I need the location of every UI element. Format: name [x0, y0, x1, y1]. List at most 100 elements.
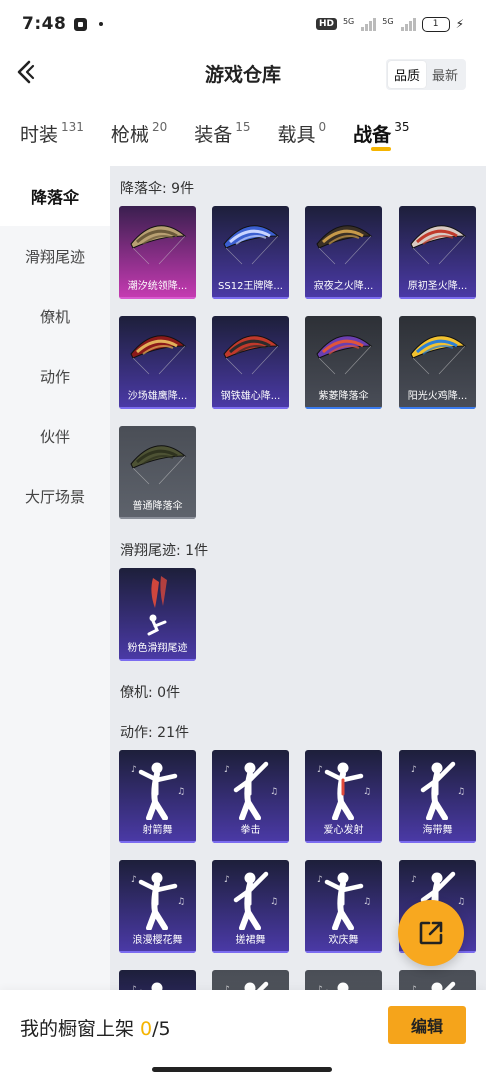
battery-level: 1 [432, 19, 439, 29]
home-indicator[interactable] [152, 1067, 332, 1072]
item-card[interactable]: 粉色滑翔尾迹 [119, 568, 196, 661]
dance-figure-icon: ♪♫ [317, 762, 371, 820]
item-card[interactable]: ♪♫ [399, 970, 476, 990]
sort-toggle: 品质 最新 [385, 59, 466, 90]
item-card[interactable]: 原初圣火降... [399, 206, 476, 299]
svg-text:♫: ♫ [457, 897, 465, 907]
sort-by-newest-button[interactable]: 最新 [426, 61, 464, 88]
sidebar-item-emote[interactable]: 动作 [0, 346, 110, 406]
item-name: 粉色滑翔尾迹 [127, 643, 188, 654]
item-card[interactable]: 阳光火鸡降... [399, 316, 476, 409]
status-left-icons [74, 17, 104, 31]
item-card[interactable]: ♪ ♫ 欢庆舞 [305, 860, 382, 953]
item-card[interactable]: ♪ ♫ 爱心发射 [305, 750, 382, 843]
network-label-2: 5G [382, 16, 394, 26]
item-card[interactable]: ♪ ♫ 拳击 [212, 750, 289, 843]
share-button[interactable] [398, 900, 464, 966]
item-card[interactable]: 紫菱降落伞 [305, 316, 382, 409]
hd-badge: HD [315, 18, 337, 30]
item-card[interactable]: ♪ ♫ 射箭舞 [119, 750, 196, 843]
dance-figure-icon: ♪♫ [224, 761, 278, 820]
tab-vehicles[interactable]: 载具 0 [278, 120, 327, 147]
rarity-bar [399, 297, 476, 299]
sidebar-item-lobby-scene[interactable]: 大厅场景 [0, 466, 110, 526]
section-title: 动作: 21件 [120, 725, 189, 741]
item-name: 潮汐统领降... [127, 281, 188, 292]
category-tabs: 时装 131 枪械 20 装备 15 载具 0 战备 35 [0, 100, 486, 166]
item-card[interactable]: ♪ ♫ 浪漫樱花舞 [119, 860, 196, 953]
item-name: 普通降落伞 [132, 501, 183, 512]
item-name: 原初圣火降... [407, 281, 468, 292]
tab-count: 20 [151, 119, 168, 134]
dance-figure-icon: ♪♫ [224, 871, 278, 930]
svg-text:♪: ♪ [131, 765, 137, 775]
item-card[interactable]: 普通降落伞 [119, 426, 196, 519]
dance-figure-icon: ♪♫ [411, 981, 456, 990]
tab-label: 载具 [277, 123, 316, 146]
svg-text:♫: ♫ [177, 787, 185, 797]
item-name: 钢铁雄心降... [220, 391, 281, 402]
signal-icon [361, 17, 377, 31]
item-card[interactable]: ♪ ♫ 海带舞 [399, 750, 476, 843]
tab-count: 131 [61, 119, 84, 134]
parachute-icon [316, 335, 373, 375]
svg-text:♫: ♫ [177, 897, 185, 907]
item-card[interactable]: ♪♫ [212, 970, 289, 990]
sidebar-item-parachute[interactable]: 降落伞 [0, 166, 110, 226]
tab-label: 枪械 [110, 123, 149, 146]
rarity-bar [212, 297, 289, 299]
item-card[interactable]: SS12王牌降... [212, 206, 289, 299]
tab-battle-gear[interactable]: 战备 35 [353, 120, 409, 151]
svg-text:♪: ♪ [411, 765, 417, 775]
rarity-bar [305, 841, 382, 843]
item-card[interactable]: 钢铁雄心降... [212, 316, 289, 409]
svg-text:♫: ♫ [270, 897, 278, 907]
rarity-bar [305, 297, 382, 299]
sidebar-item-glide-trail[interactable]: 滑翔尾迹 [0, 226, 110, 286]
item-card[interactable]: 寂夜之火降... [305, 206, 382, 299]
rarity-bar [305, 951, 382, 953]
item-card[interactable]: 沙场雄鹰降... [119, 316, 196, 409]
svg-text:♪: ♪ [224, 875, 230, 885]
rarity-bar [212, 407, 289, 409]
rarity-bar [119, 517, 196, 519]
item-name: 浪漫樱花舞 [132, 935, 183, 946]
item-name: 爱心发射 [323, 825, 364, 836]
item-grid-area[interactable]: 降落伞: 9件潮汐统领降... SS12王牌降... 寂夜之火降... 原初圣火降..… [110, 166, 486, 990]
tab-label: 装备 [194, 123, 233, 146]
tab-equipment[interactable]: 装备 15 [194, 120, 250, 147]
svg-text:♪: ♪ [411, 875, 417, 885]
rarity-bar [119, 841, 196, 843]
parachute-icon [130, 335, 187, 375]
signal-icon-2 [400, 17, 416, 31]
sidebar-item-wingman[interactable]: 僚机 [0, 286, 110, 346]
rarity-bar [212, 841, 289, 843]
glide-trail-icon [147, 576, 167, 636]
item-card[interactable]: ♪♫ [305, 970, 382, 990]
edit-button[interactable]: 编辑 [388, 1006, 466, 1044]
item-card[interactable]: ♪♫ [119, 970, 196, 990]
parachute-icon [130, 225, 187, 265]
sidebar-item-companion[interactable]: 伙伴 [0, 406, 110, 466]
svg-text:♪: ♪ [317, 765, 323, 775]
rarity-bar [119, 951, 196, 953]
tab-weapons[interactable]: 枪械 20 [111, 120, 167, 147]
showcase-total-count: /5 [152, 1018, 171, 1040]
parachute-icon [410, 335, 467, 375]
item-name: 射箭舞 [142, 825, 173, 836]
share-external-icon [419, 921, 443, 945]
tab-fashion[interactable]: 时装 131 [20, 120, 84, 147]
parachute-icon [410, 225, 467, 265]
item-name: 沙场雄鹰降... [127, 391, 188, 402]
sort-by-quality-button[interactable]: 品质 [387, 61, 426, 88]
item-card[interactable]: 潮汐统领降... [119, 206, 196, 299]
dance-figure-icon: ♪♫ [411, 761, 465, 820]
rarity-bar [305, 407, 382, 409]
dance-figure-icon: ♪♫ [131, 762, 185, 820]
item-card[interactable]: ♪ ♫ 搓裙舞 [212, 860, 289, 953]
section-title: 降落伞: 9件 [120, 181, 195, 197]
rarity-bar [399, 407, 476, 409]
dance-figure-icon: ♪♫ [317, 872, 371, 930]
network-label-1: 5G [342, 16, 355, 26]
back-chevron-icon[interactable] [12, 58, 40, 86]
